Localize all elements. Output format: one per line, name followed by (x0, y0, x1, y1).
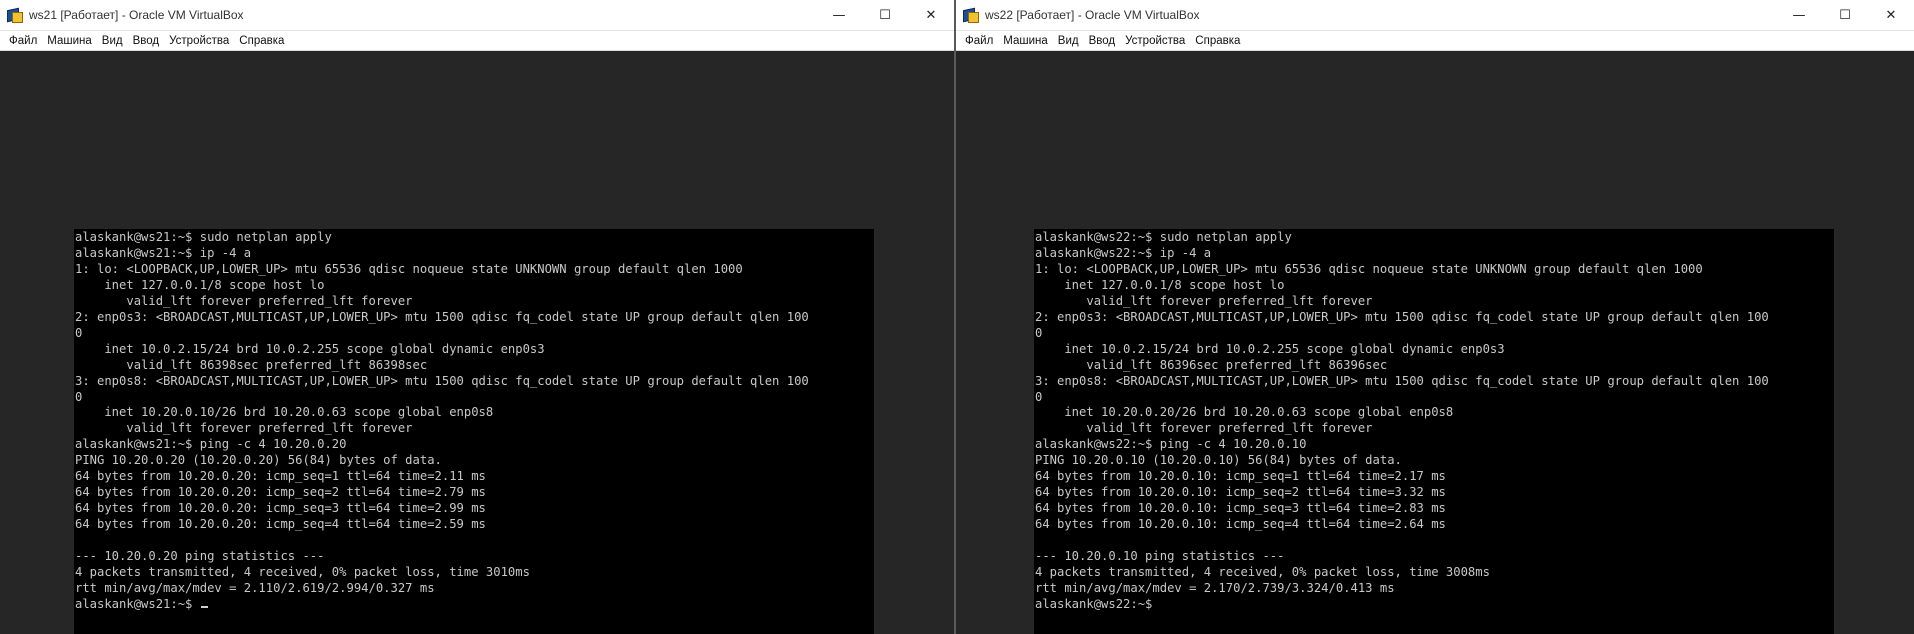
title-bar[interactable]: ws22 [Работает] - Oracle VM VirtualBox —… (956, 0, 1914, 31)
window-title: ws22 [Работает] - Oracle VM VirtualBox (985, 8, 1200, 22)
menu-bar: Файл Машина Вид Ввод Устройства Справка (0, 31, 954, 51)
menu-machine[interactable]: Машина (42, 35, 97, 47)
menu-input[interactable]: Ввод (1084, 35, 1121, 47)
terminal-output: alaskank@ws22:~$ sudo netplan apply alas… (1034, 229, 1834, 613)
console-output-text: alaskank@ws22:~$ sudo netplan apply alas… (1035, 230, 1769, 595)
virtualbox-icon (962, 7, 979, 23)
window-controls: — ☐ ✕ (1776, 0, 1914, 30)
title-bar[interactable]: ws21 [Работает] - Oracle VM VirtualBox —… (0, 0, 954, 31)
vm-display[interactable]: alaskank@ws22:~$ sudo netplan apply alas… (956, 51, 1914, 634)
menu-file[interactable]: Файл (960, 35, 998, 47)
menu-machine[interactable]: Машина (998, 35, 1053, 47)
desktop: ws21 [Работает] - Oracle VM VirtualBox —… (0, 0, 1914, 634)
console-output-text: alaskank@ws21:~$ sudo netplan apply alas… (75, 230, 809, 595)
window-controls: — ☐ ✕ (816, 0, 954, 30)
minimize-button[interactable]: — (1776, 0, 1822, 30)
minimize-button[interactable]: — (816, 0, 862, 30)
terminal-console[interactable]: alaskank@ws22:~$ sudo netplan apply alas… (1034, 229, 1834, 634)
close-button[interactable]: ✕ (1868, 0, 1914, 30)
shell-prompt: alaskank@ws22:~$ (1035, 596, 1153, 611)
menu-view[interactable]: Вид (1053, 35, 1084, 47)
close-button[interactable]: ✕ (908, 0, 954, 30)
menu-devices[interactable]: Устройства (1120, 35, 1190, 47)
menu-help[interactable]: Справка (1190, 35, 1245, 47)
virtualbox-icon (6, 7, 23, 23)
menu-file[interactable]: Файл (4, 35, 42, 47)
shell-prompt: alaskank@ws21:~$ (75, 596, 200, 611)
text-cursor (200, 605, 208, 608)
window-title: ws21 [Работает] - Oracle VM VirtualBox (29, 8, 244, 22)
vm-window-ws22[interactable]: ws22 [Работает] - Oracle VM VirtualBox —… (956, 0, 1914, 634)
menu-devices[interactable]: Устройства (164, 35, 234, 47)
menu-input[interactable]: Ввод (128, 35, 165, 47)
vm-window-ws21[interactable]: ws21 [Работает] - Oracle VM VirtualBox —… (0, 0, 954, 634)
menu-bar: Файл Машина Вид Ввод Устройства Справка (956, 31, 1914, 51)
menu-view[interactable]: Вид (97, 35, 128, 47)
terminal-console[interactable]: alaskank@ws21:~$ sudo netplan apply alas… (74, 229, 874, 634)
vm-display[interactable]: alaskank@ws21:~$ sudo netplan apply alas… (0, 51, 954, 634)
menu-help[interactable]: Справка (234, 35, 289, 47)
terminal-output: alaskank@ws21:~$ sudo netplan apply alas… (74, 229, 874, 613)
maximize-button[interactable]: ☐ (1822, 0, 1868, 30)
maximize-button[interactable]: ☐ (862, 0, 908, 30)
